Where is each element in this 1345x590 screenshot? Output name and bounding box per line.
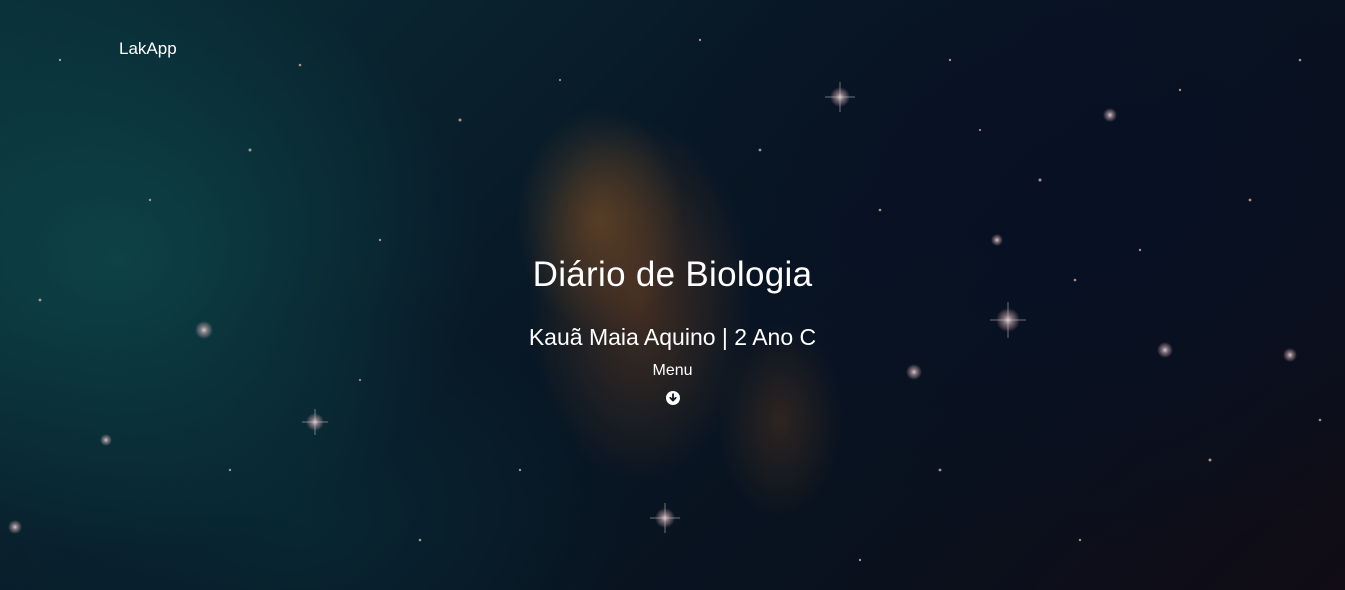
page-title: Diário de Biologia: [532, 255, 813, 294]
page-subtitle: Kauã Maia Aquino | 2 Ano C: [528, 324, 817, 350]
arrow-circle-down-icon[interactable]: [665, 391, 680, 405]
brand-link[interactable]: LakApp: [119, 39, 177, 59]
menu-link[interactable]: Menu: [652, 361, 692, 381]
hero-section: LakApp Diário de Biologia Kauã Maia Aqui…: [0, 0, 1345, 590]
hero-content: Diário de Biologia Kauã Maia Aquino | 2 …: [0, 255, 1345, 405]
